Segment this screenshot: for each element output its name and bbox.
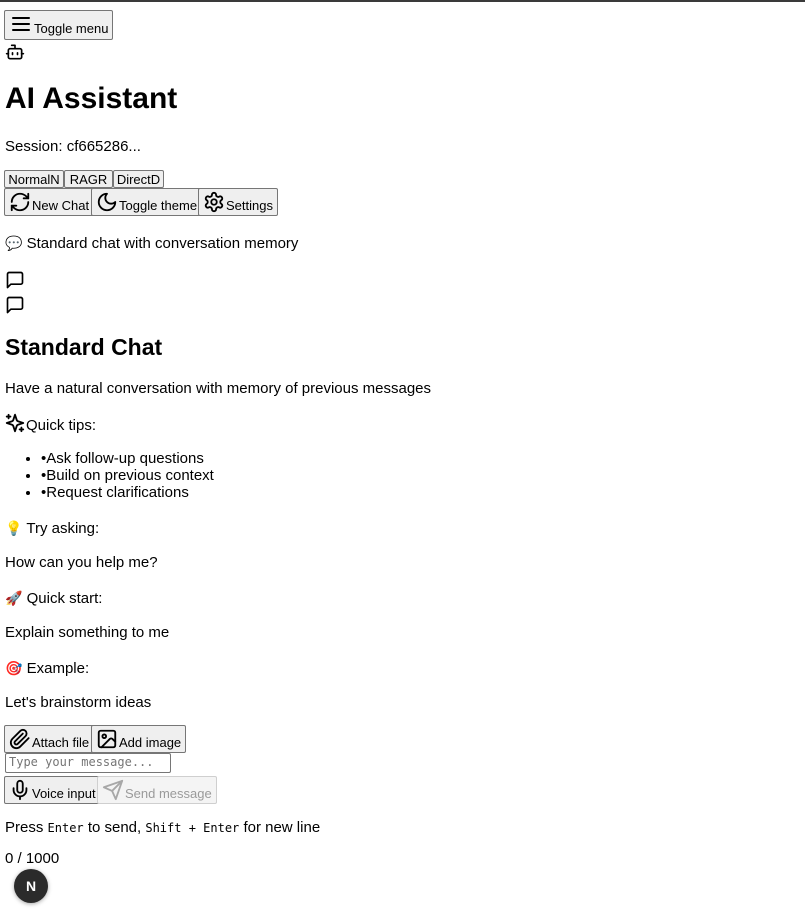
- list-item: •Build on previous context: [41, 467, 214, 484]
- settings-label: Settings: [226, 198, 273, 213]
- mode-rag-button[interactable]: RAGR: [64, 170, 113, 188]
- toggle-menu-label: Toggle menu: [34, 21, 109, 36]
- suggestion-label: 💡 Try asking:: [5, 520, 100, 537]
- gear-icon: [204, 191, 224, 213]
- menu-icon: [12, 17, 30, 31]
- list-item: •Request clarifications: [41, 484, 214, 501]
- mode-direct-button[interactable]: DirectD: [113, 170, 164, 188]
- new-chat-button[interactable]: New Chat: [4, 188, 95, 216]
- nextjs-logo: N: [25, 878, 37, 894]
- refresh-icon: [10, 192, 30, 212]
- message-square-icon: [6, 271, 24, 289]
- message-input[interactable]: [5, 753, 171, 773]
- rocket-emoji: 🚀: [5, 590, 23, 606]
- tips-list: •Ask follow-up questions •Build on previ…: [5, 450, 214, 501]
- microphone-icon: [12, 779, 28, 801]
- message-square-icon: [6, 296, 24, 314]
- suggestion-prompt[interactable]: Let's brainstorm ideas: [5, 694, 151, 711]
- moon-icon: [97, 192, 117, 212]
- suggestion-label: 🎯 Example:: [5, 660, 90, 677]
- add-image-label: Add image: [119, 735, 182, 750]
- chat-description: Have a natural conversation with memory …: [5, 380, 432, 397]
- shift-enter-key: Shift + Enter: [145, 821, 240, 835]
- page-title: AI Assistant: [5, 82, 178, 115]
- toggle-theme-label: Toggle theme: [119, 198, 198, 213]
- suggestion-label: 🚀 Quick start:: [5, 590, 103, 607]
- send-message-button[interactable]: Send message: [97, 776, 217, 804]
- session-id: Session: cf665286...: [5, 138, 141, 155]
- nextjs-badge[interactable]: N: [14, 869, 48, 903]
- suggestion-prompt[interactable]: How can you help me?: [5, 554, 158, 571]
- send-icon: [102, 779, 124, 801]
- new-chat-label: New Chat: [32, 198, 90, 213]
- keyboard-hint: Press Enter to send, Shift + Enter for n…: [5, 819, 321, 836]
- quick-tips-label: Quick tips:: [26, 417, 97, 434]
- mode-description: 💬 Standard chat with conversation memory: [5, 235, 298, 252]
- lightbulb-emoji: 💡: [5, 520, 23, 536]
- character-count: 0 / 1000: [5, 850, 60, 867]
- sparkles-icon: [5, 413, 25, 433]
- settings-button[interactable]: Settings: [198, 188, 278, 216]
- chat-heading: Standard Chat: [5, 334, 163, 360]
- mode-description-text: Standard chat with conversation memory: [26, 235, 299, 252]
- list-item: •Ask follow-up questions: [41, 450, 214, 467]
- paperclip-icon: [9, 728, 30, 750]
- send-message-label: Send message: [125, 786, 212, 801]
- voice-input-label: Voice input: [32, 786, 96, 801]
- quick-tips-heading: Quick tips:: [4, 412, 96, 434]
- attach-file-label: Attach file: [32, 735, 90, 750]
- toggle-menu-button[interactable]: Toggle menu: [4, 10, 114, 40]
- bot-icon: [5, 44, 25, 60]
- suggestion-prompt[interactable]: Explain something to me: [5, 624, 169, 641]
- attach-file-button[interactable]: Attach file: [4, 725, 95, 753]
- toggle-theme-button[interactable]: Toggle theme: [91, 188, 203, 216]
- mode-normal-button[interactable]: NormalN: [4, 170, 64, 188]
- image-icon: [97, 729, 117, 749]
- enter-key: Enter: [47, 821, 84, 835]
- add-image-button[interactable]: Add image: [91, 725, 187, 753]
- target-emoji: 🎯: [5, 660, 23, 676]
- speech-bubble-emoji: 💬: [5, 235, 23, 251]
- voice-input-button[interactable]: Voice input: [4, 776, 101, 804]
